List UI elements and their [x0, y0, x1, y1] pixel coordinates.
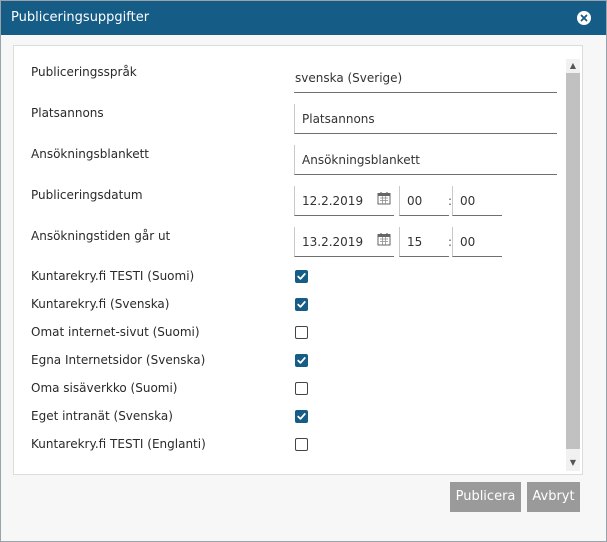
language-value: svenska (Sverige): [295, 71, 403, 85]
application-form-label: Ansökningsblankett: [31, 147, 149, 161]
deadline-minute-value: 00: [460, 235, 476, 249]
scroll-up-icon[interactable]: ▲: [566, 59, 580, 73]
channel-label: Oma sisäverkko (Suomi): [31, 381, 178, 395]
publish-hour-value: 00: [407, 194, 423, 208]
scrollbar-thumb[interactable]: [566, 73, 580, 449]
dialog-titlebar: Publiceringsuppgifter: [1, 1, 606, 35]
language-select[interactable]: svenska (Sverige): [294, 63, 557, 93]
job-ad-label: Platsannons: [31, 106, 104, 120]
channel-label: Omat internet-sivut (Suomi): [31, 325, 200, 339]
scroll-down-icon[interactable]: ▼: [566, 456, 580, 470]
publish-date-input[interactable]: 12.2.2019: [294, 186, 394, 216]
channel-checkbox[interactable]: [295, 438, 308, 451]
publish-date-label: Publiceringsdatum: [31, 188, 143, 202]
dialog-title: Publiceringsuppgifter: [11, 10, 150, 25]
language-label: Publiceringsspråk: [31, 65, 137, 79]
job-ad-select[interactable]: Platsannons: [294, 104, 557, 134]
deadline-hour-value: 15: [407, 235, 423, 249]
channel-label: Kuntarekry.fi (Svenska): [31, 297, 170, 311]
form-panel: Publiceringsspråk svenska (Sverige) Plat…: [13, 45, 583, 475]
deadline-minute-input[interactable]: 00: [452, 227, 502, 257]
channel-checkbox[interactable]: [295, 326, 308, 339]
channel-label: Eget intranät (Svenska): [31, 409, 173, 423]
cancel-button[interactable]: Avbryt: [527, 482, 580, 512]
job-ad-value: Platsannons: [302, 112, 375, 126]
channel-label: Kuntarekry.fi TESTI (Suomi): [31, 269, 195, 283]
publish-button[interactable]: Publicera: [450, 482, 521, 512]
publish-hour-input[interactable]: 00: [399, 186, 449, 216]
channel-checkbox[interactable]: [295, 298, 308, 311]
deadline-date-value: 13.2.2019: [302, 235, 364, 249]
deadline-label: Ansökningstiden går ut: [31, 229, 171, 243]
deadline-hour-input[interactable]: 15: [399, 227, 449, 257]
channel-checkbox[interactable]: [295, 382, 308, 395]
publish-minute-input[interactable]: 00: [452, 186, 502, 216]
publish-minute-value: 00: [460, 194, 476, 208]
application-form-select[interactable]: Ansökningsblankett: [294, 145, 557, 175]
application-form-value: Ansökningsblankett: [302, 153, 420, 167]
calendar-icon[interactable]: [377, 191, 391, 205]
channel-checkbox[interactable]: [295, 354, 308, 367]
publish-date-value: 12.2.2019: [302, 194, 364, 208]
calendar-icon[interactable]: [377, 232, 391, 246]
channel-checkbox[interactable]: [295, 410, 308, 423]
publish-dialog: Publiceringsuppgifter Publiceringsspråk …: [0, 0, 607, 542]
deadline-date-input[interactable]: 13.2.2019: [294, 227, 394, 257]
channel-label: Kuntarekry.fi TESTI (Englanti): [31, 437, 206, 451]
channel-label: Egna Internetsidor (Svenska): [31, 353, 206, 367]
close-icon[interactable]: [577, 11, 591, 25]
channel-checkbox[interactable]: [295, 270, 308, 283]
